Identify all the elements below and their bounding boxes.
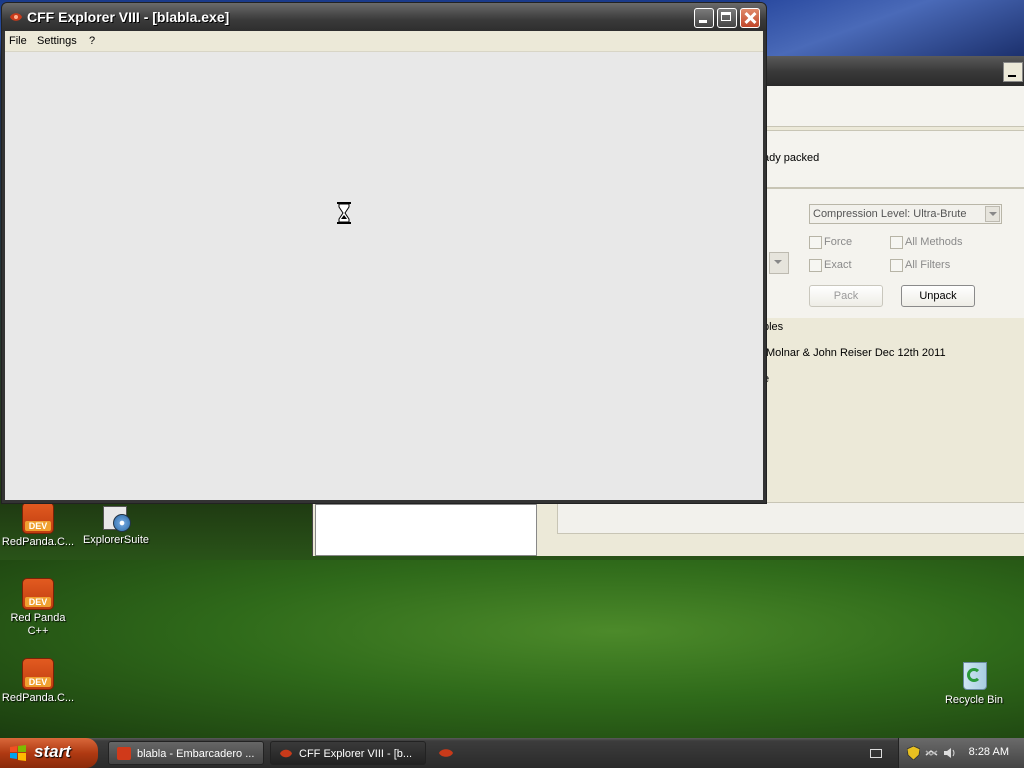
desktop-icon-label: ExplorerSuite bbox=[82, 534, 150, 546]
main-window-titlebar[interactable]: CFF Explorer VIII - [blabla.exe] bbox=[2, 3, 766, 31]
desktop-icon-explorersuite[interactable]: ExplorerSuite bbox=[78, 502, 154, 547]
desktop-icon-label: Recycle Bin bbox=[944, 694, 1004, 706]
compression-level-value: Compression Level: Ultra-Brute bbox=[813, 208, 967, 220]
dev-app-icon bbox=[117, 747, 131, 760]
cff-app-icon bbox=[10, 13, 22, 21]
background-panel-bottom bbox=[557, 502, 1024, 534]
hourglass-cursor-icon bbox=[337, 202, 351, 224]
menu-help[interactable]: ? bbox=[89, 35, 95, 47]
desktop-icon-redpanda-cpp[interactable]: DEV Red Panda C++ bbox=[0, 578, 76, 638]
keyboard-icon[interactable] bbox=[870, 749, 882, 758]
method-select-arrow[interactable] bbox=[769, 252, 789, 274]
force-label: Force bbox=[824, 236, 853, 248]
force-checkbox[interactable] bbox=[809, 236, 822, 249]
taskbar-item-embarcadero[interactable]: blabla - Embarcadero ... bbox=[108, 741, 264, 765]
close-button[interactable] bbox=[740, 8, 760, 28]
dev-app-icon: DEV bbox=[22, 502, 54, 534]
clock[interactable]: 8:28 AM bbox=[969, 746, 1009, 758]
desktop-sky bbox=[760, 0, 1024, 60]
desktop-icon-recycle-bin[interactable]: Recycle Bin bbox=[936, 658, 1012, 707]
window-title: CFF Explorer VIII - [blabla.exe] bbox=[27, 9, 230, 25]
chevron-down-icon[interactable] bbox=[985, 206, 1000, 222]
info-line-2: Molnar & John Reiser Dec 12th 2011 bbox=[766, 347, 946, 359]
dev-app-icon: DEV bbox=[22, 578, 54, 610]
speaker-icon[interactable] bbox=[943, 746, 956, 760]
background-panel-top bbox=[763, 86, 1024, 127]
client-area[interactable] bbox=[5, 52, 763, 500]
desktop-icon-redpanda-1[interactable]: DEV RedPanda.C... bbox=[0, 502, 76, 549]
desktop-icon-label: RedPanda.C... bbox=[1, 536, 75, 548]
menu-bar: File Settings ? bbox=[5, 31, 763, 52]
all-methods-checkbox[interactable] bbox=[890, 236, 903, 249]
pack-button[interactable]: Pack bbox=[809, 285, 883, 307]
status-text: ady packed bbox=[763, 152, 820, 164]
start-button[interactable]: start bbox=[0, 738, 98, 768]
explorer-suite-icon bbox=[101, 502, 131, 532]
cff-app-icon bbox=[280, 749, 292, 758]
minimize-button[interactable] bbox=[694, 8, 714, 28]
minimize-button[interactable] bbox=[1003, 62, 1023, 82]
log-area[interactable] bbox=[315, 504, 537, 556]
compression-level-select[interactable]: Compression Level: Ultra-Brute bbox=[809, 204, 1002, 224]
all-filters-label: All Filters bbox=[905, 259, 951, 271]
dev-app-icon: DEV bbox=[22, 658, 54, 690]
cff-quicklaunch-icon[interactable] bbox=[438, 747, 454, 759]
maximize-button[interactable] bbox=[717, 8, 737, 28]
taskbar-item-cff-explorer[interactable]: CFF Explorer VIII - [b... bbox=[270, 741, 426, 765]
recycle-bin-icon bbox=[960, 658, 988, 690]
cff-explorer-window[interactable]: CFF Explorer VIII - [blabla.exe] File Se… bbox=[1, 2, 767, 504]
background-panel-info bbox=[763, 318, 1024, 498]
windows-logo-icon bbox=[10, 745, 26, 761]
desktop-icon-label: RedPanda.C... bbox=[1, 692, 75, 704]
menu-settings[interactable]: Settings bbox=[37, 35, 77, 47]
system-tray: 8:28 AM bbox=[898, 738, 1024, 768]
all-methods-label: All Methods bbox=[905, 236, 963, 248]
exact-checkbox[interactable] bbox=[809, 259, 822, 272]
network-icon[interactable] bbox=[925, 746, 938, 760]
desktop-hill bbox=[0, 560, 1024, 738]
desktop-icon-redpanda-2[interactable]: DEV RedPanda.C... bbox=[0, 658, 76, 705]
taskbar-item-label: CFF Explorer VIII - [b... bbox=[299, 748, 413, 760]
taskbar-item-label: blabla - Embarcadero ... bbox=[137, 748, 255, 760]
menu-file[interactable]: File bbox=[9, 35, 27, 47]
all-filters-checkbox[interactable] bbox=[890, 259, 903, 272]
unpack-button[interactable]: Unpack bbox=[901, 285, 975, 307]
security-shield-icon[interactable] bbox=[907, 746, 920, 760]
start-label: start bbox=[34, 742, 71, 761]
exact-label: Exact bbox=[824, 259, 852, 271]
desktop-icon-label: Red Panda C++ bbox=[10, 612, 66, 637]
taskbar: start blabla - Embarcadero ... CFF Explo… bbox=[0, 738, 1024, 768]
